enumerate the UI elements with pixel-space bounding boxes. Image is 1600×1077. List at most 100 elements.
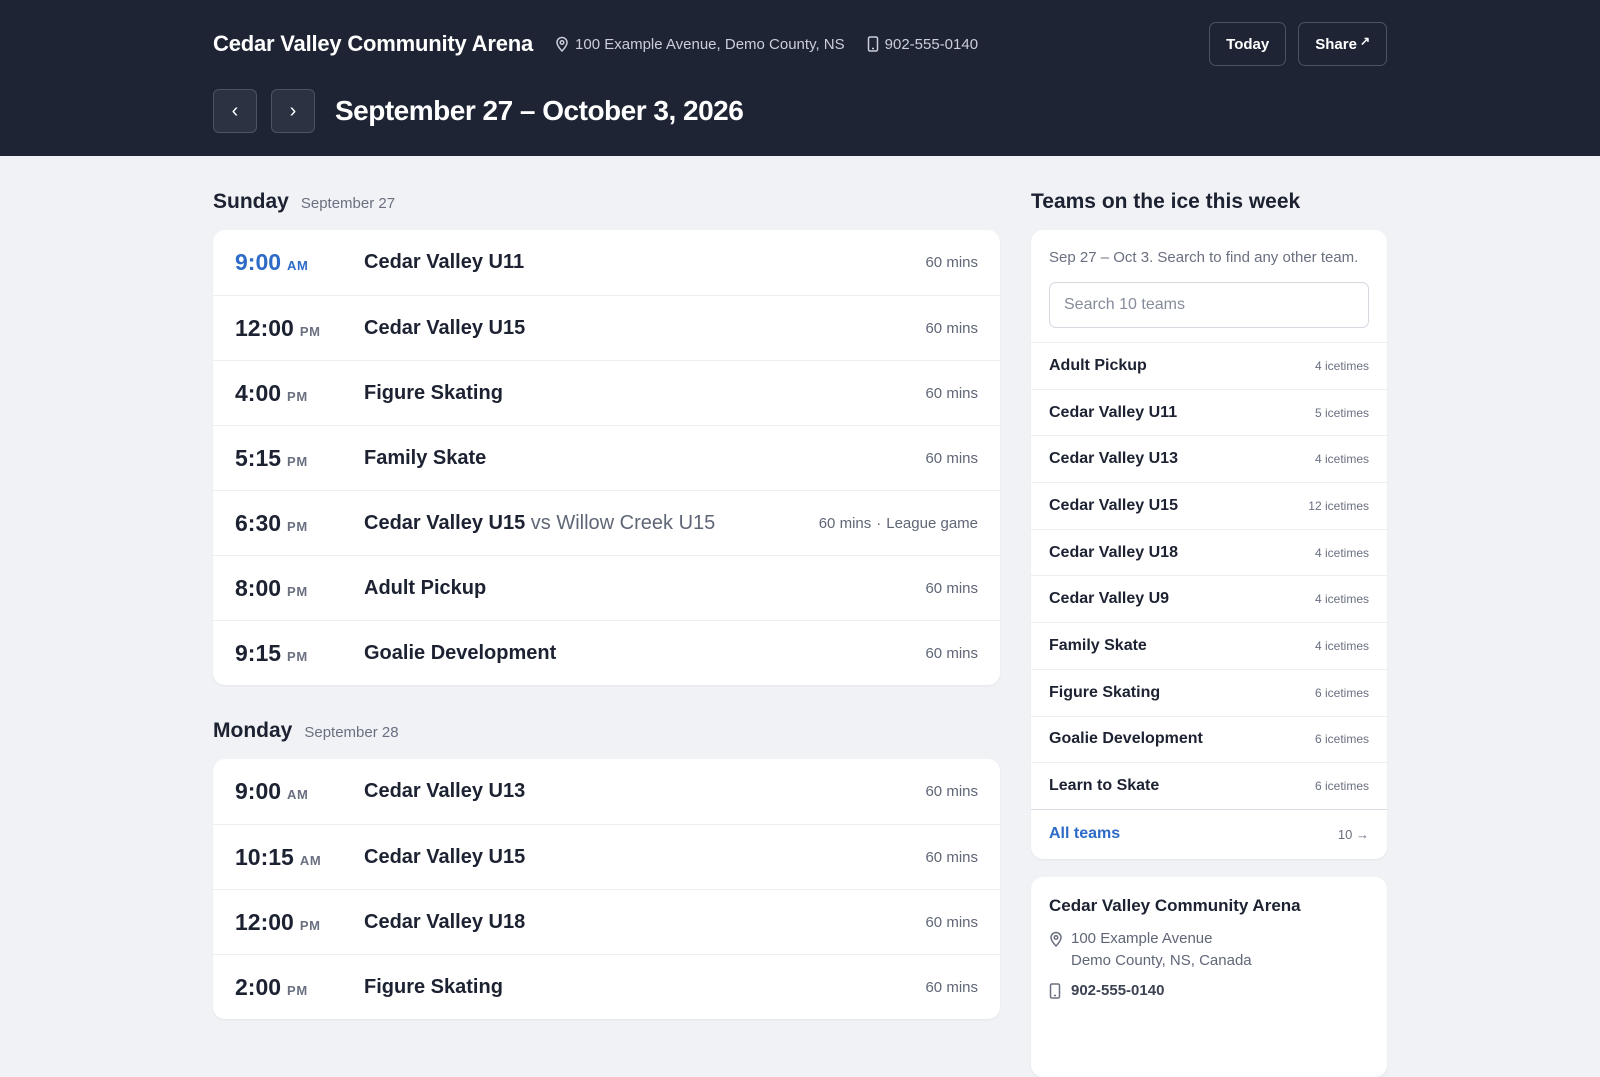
event-duration: 60 mins bbox=[925, 579, 978, 597]
team-icetime-count: 12 icetimes bbox=[1308, 498, 1369, 513]
team-list-item[interactable]: Cedar Valley U13 4 icetimes bbox=[1031, 435, 1387, 482]
all-teams-link[interactable]: All teams 10 → bbox=[1031, 808, 1387, 859]
team-list-item[interactable]: Cedar Valley U11 5 icetimes bbox=[1031, 388, 1387, 436]
arena-name: Cedar Valley Community Arena bbox=[213, 31, 534, 56]
event-time: 4:00 PM bbox=[235, 379, 308, 406]
icetime-row[interactable]: 5:15 PM Family Skate 60 mins bbox=[213, 425, 1000, 490]
team-list-item[interactable]: Goalie Development 6 icetimes bbox=[1031, 715, 1387, 763]
team-name: Cedar Valley U13 bbox=[1049, 450, 1178, 468]
icetime-row[interactable]: 9:15 PM Goalie Development 60 mins bbox=[213, 620, 1000, 685]
team-name: Family Skate bbox=[1049, 636, 1147, 654]
day-card: 9:00 AM Cedar Valley U13 60 mins 10:15 AM Ceda… bbox=[213, 759, 1000, 1019]
team-icetime-count: 6 icetimes bbox=[1314, 685, 1369, 700]
team-list-item[interactable]: Cedar Valley U9 4 icetimes bbox=[1031, 575, 1387, 622]
venue-phone[interactable]: 902-555-0140 bbox=[1049, 980, 1369, 1006]
event-team: Cedar Valley U15 bbox=[364, 845, 526, 868]
team-list-item[interactable]: Cedar Valley U15 12 icetimes bbox=[1031, 482, 1387, 529]
day-name: Sunday bbox=[213, 190, 289, 213]
teams-card: Sep 27 – Oct 3. Search to find any other… bbox=[1031, 230, 1387, 859]
team-name: Cedar Valley U18 bbox=[1049, 543, 1178, 561]
previous-week-button[interactable]: ‹ bbox=[213, 89, 257, 133]
event-duration: 60 mins bbox=[925, 384, 978, 402]
event-time: 8:00 PM bbox=[235, 574, 308, 601]
event-duration: 60 mins bbox=[925, 449, 978, 467]
venue-name: Cedar Valley Community Arena bbox=[1049, 895, 1301, 915]
event-team: Family Skate bbox=[364, 446, 487, 469]
event-team: Cedar Valley U18 bbox=[364, 910, 526, 933]
team-icetime-count: 6 icetimes bbox=[1314, 779, 1369, 794]
event-time: 9:00 AM bbox=[235, 778, 309, 804]
event-note: League game bbox=[886, 514, 978, 532]
icetime-row[interactable]: 12:00 PM Cedar Valley U18 60 mins bbox=[213, 889, 1000, 954]
location-pin-icon bbox=[556, 36, 568, 52]
team-list-item[interactable]: Figure Skating 6 icetimes bbox=[1031, 668, 1387, 716]
icetime-row[interactable]: 6:30 PM Cedar Valley U15 vs Willow Creek U… bbox=[213, 490, 1000, 555]
event-time: 5:15 PM bbox=[235, 444, 308, 471]
top-header: Cedar Valley Community Arena 100 Example… bbox=[0, 0, 1600, 156]
team-icetime-count: 4 icetimes bbox=[1314, 592, 1369, 607]
address: 100 Example Avenue, Demo County, NS bbox=[555, 36, 845, 53]
team-name: Cedar Valley U9 bbox=[1049, 590, 1170, 608]
icetime-row[interactable]: 12:00 PM Cedar Valley U15 60 mins bbox=[213, 295, 1000, 360]
icetime-row[interactable]: 10:15 AM Cedar Valley U15 60 mins bbox=[213, 824, 1000, 889]
event-duration: 60 mins bbox=[925, 254, 978, 271]
event-team: Cedar Valley U13 bbox=[364, 780, 526, 802]
day-header: Monday September 28 bbox=[213, 685, 1000, 759]
external-link-icon: ↗ bbox=[1359, 34, 1370, 48]
event-time: 6:30 PM bbox=[235, 509, 308, 536]
week-title: September 27 – October 3, 2026 bbox=[335, 95, 744, 126]
address-text: 100 Example Avenue, Demo County, NS bbox=[575, 35, 845, 53]
team-name: Adult Pickup bbox=[1049, 356, 1147, 374]
teams-sidebar: Teams on the ice this week Sep 27 – Oct … bbox=[1031, 156, 1387, 1077]
event-team: Figure Skating bbox=[364, 381, 503, 404]
team-icetime-count: 4 icetimes bbox=[1314, 452, 1369, 467]
team-icetime-count: 4 icetimes bbox=[1314, 545, 1369, 560]
team-search-input[interactable] bbox=[1049, 282, 1369, 328]
event-duration: 60 mins bbox=[925, 783, 978, 800]
location-pin-icon bbox=[1050, 931, 1062, 947]
team-name: Cedar Valley U15 bbox=[1049, 496, 1178, 514]
event-time: 9:00 AM bbox=[235, 249, 309, 275]
venue-phone-text: 902-555-0140 bbox=[1071, 981, 1165, 999]
icetime-row[interactable]: 2:00 PM Figure Skating 60 mins bbox=[213, 954, 1000, 1019]
team-icetime-count: 6 icetimes bbox=[1314, 732, 1369, 747]
event-time: 10:15 AM bbox=[235, 843, 322, 870]
day-date: September 28 bbox=[304, 724, 399, 741]
venue-address-line2: Demo County, NS, Canada bbox=[1071, 951, 1252, 969]
today-button[interactable]: Today bbox=[1209, 22, 1287, 66]
all-teams-label: All teams bbox=[1049, 825, 1121, 843]
icetime-row[interactable]: 9:00 AM Cedar Valley U13 60 mins bbox=[213, 759, 1000, 824]
team-name: Goalie Development bbox=[1049, 730, 1203, 748]
event-time: 9:15 PM bbox=[235, 639, 308, 666]
team-list-item[interactable]: Cedar Valley U18 4 icetimes bbox=[1031, 528, 1387, 576]
team-list-item[interactable]: Learn to Skate 6 icetimes bbox=[1031, 762, 1387, 809]
phone[interactable]: 902-555-0140 bbox=[867, 36, 978, 53]
event-team: Cedar Valley U15 bbox=[364, 316, 526, 339]
event-team: Goalie Development bbox=[364, 641, 557, 664]
team-list-item[interactable]: Family Skate 4 icetimes bbox=[1031, 622, 1387, 669]
event-time: 12:00 PM bbox=[235, 314, 321, 341]
share-button[interactable]: Share ↗ bbox=[1298, 22, 1387, 66]
event-team: Cedar Valley U15 vs Willow Creek U15 bbox=[364, 511, 716, 534]
team-icetime-count: 4 icetimes bbox=[1314, 638, 1369, 653]
event-team: Cedar Valley U11 bbox=[364, 251, 525, 273]
venue-address-line1: 100 Example Avenue bbox=[1071, 929, 1213, 947]
next-week-button[interactable]: › bbox=[271, 89, 315, 133]
team-name: Cedar Valley U11 bbox=[1049, 403, 1178, 421]
icetime-row[interactable]: 8:00 PM Adult Pickup 60 mins bbox=[213, 555, 1000, 620]
team-icetime-count: 4 icetimes bbox=[1314, 358, 1369, 373]
event-time: 2:00 PM bbox=[235, 973, 308, 1000]
team-list-item[interactable]: Adult Pickup 4 icetimes bbox=[1031, 342, 1387, 389]
event-team: Figure Skating bbox=[364, 975, 503, 998]
icetime-row[interactable]: 4:00 PM Figure Skating 60 mins bbox=[213, 360, 1000, 425]
venue-card: Cedar Valley Community Arena 100 Example… bbox=[1031, 876, 1387, 1077]
icetime-row[interactable]: 9:00 AM Cedar Valley U11 60 mins bbox=[213, 230, 1000, 295]
sidebar-note: Sep 27 – Oct 3. Search to find any other… bbox=[1049, 249, 1359, 266]
day-header: Sunday September 27 bbox=[213, 156, 1000, 230]
event-time: 12:00 PM bbox=[235, 908, 321, 935]
event-duration: 60 mins · League game bbox=[818, 514, 978, 532]
phone-text: 902-555-0140 bbox=[884, 35, 979, 53]
event-duration: 60 mins bbox=[925, 848, 978, 866]
event-opponent: vs Willow Creek U15 bbox=[530, 511, 716, 534]
event-team: Adult Pickup bbox=[364, 576, 487, 599]
